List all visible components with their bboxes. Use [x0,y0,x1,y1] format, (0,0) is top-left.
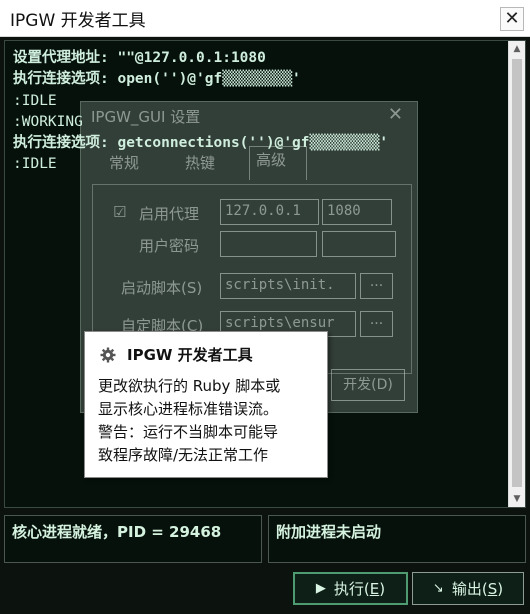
run-button[interactable]: ▶ 执行(E) [293,572,408,605]
log-line: :WORKING [13,113,83,130]
startup-script-label: 启动脚本(S) [121,279,203,297]
run-label: 执行(E) [333,580,386,598]
log-line: 执行连接选项: open('')@'gf▒▒▒▒▒▒▒▒' [13,71,301,88]
output-label: 输出(S) [451,580,504,598]
proxy-label: 启用代理 [139,205,200,223]
scroll-thumb[interactable] [512,59,522,487]
console-log: 设置代理地址: ""@127.0.0.1:1080 执行连接选项: open('… [13,48,388,176]
window-title: IPGW 开发者工具 [10,10,146,31]
scroll-down-icon[interactable]: ▼ [509,491,525,507]
play-icon: ▶ [315,581,326,596]
tooltip-line: 致程序故障/无法正常工作 [98,446,269,464]
title-bar: IPGW 开发者工具 ✕ [0,0,530,37]
addon-status: 附加进程未启动 [268,515,526,563]
output-button[interactable]: ↘ 输出(S) [412,572,524,605]
startup-browse-button: ... [360,273,393,299]
core-status: 核心进程就绪，PID = 29468 [4,515,262,563]
console-scrollbar[interactable]: ▲ ▼ [508,41,525,507]
log-line: :IDLE [13,92,57,109]
tooltip-line: 更改欲执行的 Ruby 脚本或 [98,377,281,395]
tooltip-header: IPGW 开发者工具 [99,344,253,365]
user-field [220,231,317,257]
scroll-up-icon[interactable]: ▲ [509,41,525,57]
proxy-checkbox-icon: ☑ [113,203,127,221]
dialog-close-icon: ✕ [387,104,403,125]
custom-browse-button: ... [360,311,393,337]
tooltip-title: IPGW 开发者工具 [127,346,253,364]
log-line: 执行连接选项: getconnections('')@'gf▒▒▒▒▒▒▒▒' [13,135,389,152]
arrow-down-right-icon: ↘ [432,581,444,596]
password-field [322,231,396,257]
proxy-port-field: 1080 [322,199,392,225]
startup-script-field: scripts\init. [220,273,356,299]
proxy-host-field: 127.0.0.1 [220,199,319,225]
dev-button: 开发(D) [331,369,405,401]
close-button[interactable]: ✕ [500,7,524,31]
gear-icon [100,347,116,362]
tooltip-line: 警告：运行不当脚本可能导 [98,423,279,441]
tooltip-line: 显示核心进程标准错误流。 [98,400,279,418]
log-line: 设置代理地址: ""@127.0.0.1:1080 [13,50,266,66]
log-line: :IDLE [13,156,57,173]
tooltip: IPGW 开发者工具 更改欲执行的 Ruby 脚本或 显示核心进程标准错误流。 … [84,331,328,478]
userpass-label: 用户密码 [139,237,200,255]
